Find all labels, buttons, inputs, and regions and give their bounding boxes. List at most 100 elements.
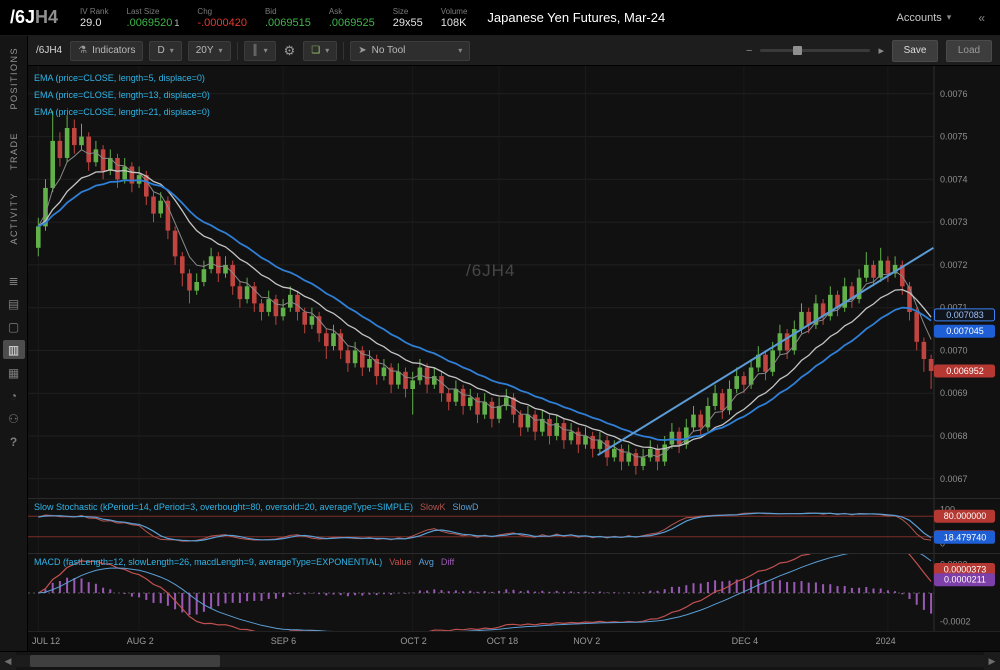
svg-text:0.0073: 0.0073 — [940, 217, 968, 227]
quote-field-label: Chg — [197, 7, 212, 16]
quote-field-value: .0069525 — [329, 17, 375, 29]
svg-text:0.007083: 0.007083 — [946, 310, 984, 320]
svg-text:0.0072: 0.0072 — [940, 260, 968, 270]
accounts-dropdown[interactable]: Accounts ▾ — [891, 9, 958, 27]
symbol-contract: H4 — [35, 7, 58, 28]
macd-panel[interactable]: 0.0002-0.00020.00003730.0000211 MACD (fa… — [28, 553, 1000, 631]
quote-field-label: Ask — [329, 7, 342, 16]
time-axis-label: JUL 12 — [32, 636, 60, 646]
quote-field-label: Volume — [441, 7, 468, 16]
chevron-down-icon: ▾ — [458, 46, 462, 55]
chart-icon[interactable]: ▥ — [3, 340, 25, 359]
sidebar-tab-trade[interactable]: TRADE — [9, 132, 19, 170]
cursor-icon: ➤ — [358, 45, 366, 56]
scroll-right-button[interactable]: ▶ — [984, 652, 1000, 670]
grid-icon[interactable]: ▦ — [3, 363, 25, 382]
minus-icon: − — [746, 45, 752, 57]
study-labels: EMA (price=CLOSE, length=5, displace=0)E… — [34, 70, 210, 121]
svg-text:0.007045: 0.007045 — [946, 326, 984, 336]
sidebar-tab-activity[interactable]: ACTIVITY — [9, 192, 19, 245]
svg-text:0.0067: 0.0067 — [940, 474, 968, 484]
legend-slowk: SlowK — [420, 502, 446, 512]
quote-field-extra: 1 — [174, 18, 179, 28]
svg-text:0.0000373: 0.0000373 — [944, 565, 987, 575]
time-axis-label: OCT 18 — [487, 636, 518, 646]
svg-text:18.479740: 18.479740 — [944, 532, 987, 542]
community-icon[interactable]: ⚇ — [3, 409, 25, 428]
chart-scrollbar[interactable]: ◀ ▶ — [0, 651, 1000, 670]
timeframe-value: D — [157, 45, 164, 56]
price-chart-canvas[interactable]: 0.00760.00750.00740.00730.00720.00710.00… — [28, 66, 1000, 498]
legend-value: Value — [389, 557, 411, 567]
quote-field-label: Bid — [265, 7, 277, 16]
toolbar-symbol-label: /6JH4 — [36, 45, 62, 56]
time-axis: JUL 12AUG 2SEP 6OCT 2OCT 18NOV 2DEC 4202… — [28, 631, 1000, 651]
quote-fields: IV Rank29.0 Last Size.00695201 Chg-.000042… — [80, 7, 467, 29]
range-dropdown[interactable]: 20Y ▾ — [188, 41, 231, 61]
quote-field-value: 29x55 — [393, 17, 423, 29]
quote-field-label: Last Size — [127, 7, 160, 16]
time-axis-label: AUG 2 — [127, 636, 154, 646]
save-button[interactable]: Save — [892, 40, 938, 62]
left-sidebar: POSITIONS TRADE ACTIVITY ≣ ▤ ▢ ▥ ▦ ◔ ⚇? — [0, 36, 28, 651]
indicators-button[interactable]: ⚗ Indicators — [70, 41, 143, 61]
chart-settings-button[interactable]: ⚙ — [282, 43, 298, 59]
quote-field: Last Size.00695201 — [127, 7, 180, 29]
time-axis-label: DEC 4 — [732, 636, 759, 646]
sidebar-tab-positions[interactable]: POSITIONS — [9, 47, 19, 110]
help-icon[interactable]: ? — [3, 432, 25, 451]
time-axis-label: OCT 2 — [400, 636, 426, 646]
time-axis-label: 2024 — [876, 636, 896, 646]
gear-icon: ⚙ — [284, 43, 296, 58]
zoom-out-button[interactable]: − — [746, 45, 752, 57]
orders-icon[interactable]: ≣ — [3, 271, 25, 290]
draw-tools-icon: ❏ — [311, 45, 320, 56]
timeframe-dropdown[interactable]: D ▾ — [149, 41, 181, 61]
quote-field-value: .0069515 — [265, 17, 311, 29]
quote-field-value: 108K — [441, 17, 467, 29]
svg-text:0.0069: 0.0069 — [940, 388, 968, 398]
no-tool-dropdown[interactable]: ➤ No Tool ▾ — [350, 41, 470, 61]
scroll-left-button[interactable]: ◀ — [0, 652, 16, 670]
collapse-panel-button[interactable]: « — [973, 9, 990, 27]
chevron-down-icon: ▾ — [170, 46, 174, 55]
quote-header: /6JH4 IV Rank29.0Last Size.00695201Chg-.… — [0, 0, 1000, 36]
svg-text:0.0068: 0.0068 — [940, 431, 968, 441]
panel-study-label: MACD (fastLength=12, slowLength=26, macd… — [34, 557, 382, 567]
chevron-down-icon: ▾ — [947, 12, 952, 23]
notes-icon[interactable]: ▢ — [3, 317, 25, 336]
svg-text:0.0070: 0.0070 — [940, 345, 968, 355]
scrollbar-track[interactable] — [16, 655, 984, 667]
candle-type-icon: ║ — [252, 45, 259, 56]
chevron-down-icon: ▾ — [264, 46, 268, 55]
watchlist-icon[interactable]: ▤ — [3, 294, 25, 313]
study-label: EMA (price=CLOSE, length=13, displace=0) — [34, 87, 210, 104]
tool-label: No Tool — [372, 45, 406, 56]
svg-text:0.0075: 0.0075 — [940, 132, 968, 142]
load-button[interactable]: Load — [946, 40, 992, 62]
quote-field: IV Rank29.0 — [80, 7, 108, 29]
svg-text:-0.0002: -0.0002 — [940, 616, 971, 626]
quote-field-label: IV Rank — [80, 7, 108, 16]
zoom-slider-thumb[interactable] — [793, 46, 802, 55]
scroll-step-button[interactable]: ▸ — [878, 44, 884, 57]
chart-toolbar: /6JH4 ⚗ Indicators D ▾ 20Y ▾ ║ ▾ ⚙ ❏ ▾ ➤… — [28, 36, 1000, 66]
flask-icon: ⚗ — [78, 45, 87, 56]
stochastic-panel[interactable]: 100080.00000020.00000018.479740 Slow Sto… — [28, 498, 1000, 553]
svg-text:0.0076: 0.0076 — [940, 89, 968, 99]
price-chart-panel[interactable]: 0.00760.00750.00740.00730.00720.00710.00… — [28, 66, 1000, 498]
chart-type-dropdown[interactable]: ║ ▾ — [244, 41, 276, 61]
toolbar-divider — [237, 42, 238, 60]
quote-field-value: .00695201 — [127, 17, 180, 29]
svg-text:0.0000211: 0.0000211 — [944, 575, 986, 585]
study-label: EMA (price=CLOSE, length=5, displace=0) — [34, 70, 210, 87]
scrollbar-thumb[interactable] — [30, 655, 220, 667]
macd-label-row: MACD (fastLength=12, slowLength=26, macd… — [34, 557, 454, 567]
quote-field-value: 29.0 — [80, 17, 101, 29]
zoom-slider[interactable] — [760, 49, 870, 52]
drawing-tools-dropdown[interactable]: ❏ ▾ — [303, 41, 337, 61]
quote-field: Chg-.0000420 — [197, 7, 247, 29]
history-clock-icon[interactable]: ◔ — [3, 386, 25, 405]
caret-right-icon: ▸ — [878, 45, 884, 57]
svg-text:0.006952: 0.006952 — [946, 366, 984, 376]
